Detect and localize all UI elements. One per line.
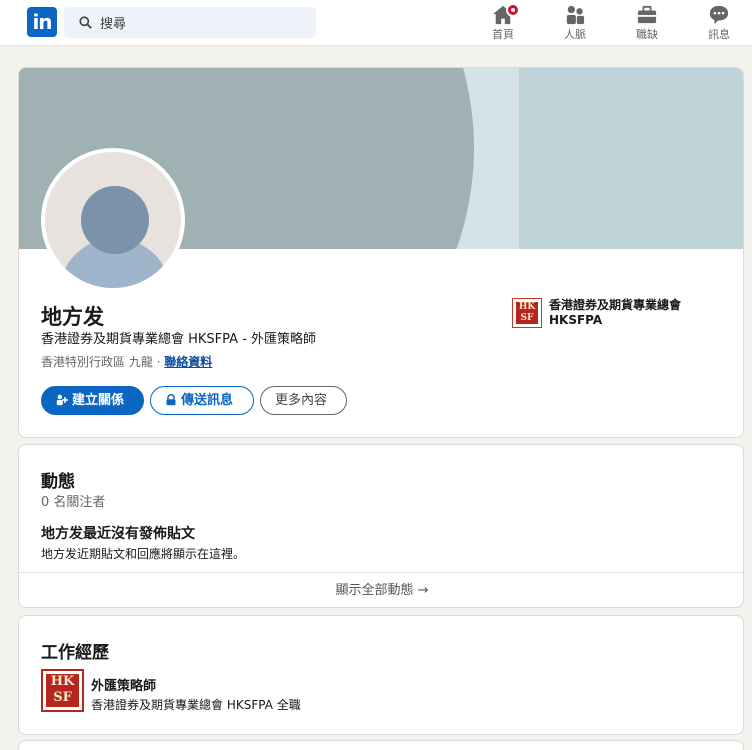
top-nav: in 搜尋 首頁 人脈 職缺 訊息 xyxy=(0,0,752,46)
message-icon xyxy=(709,5,729,25)
nav-label-home: 首頁 xyxy=(492,28,514,41)
people-icon xyxy=(566,5,585,25)
contact-info-link[interactable]: 聯絡資料 xyxy=(164,355,212,369)
message-label: 傳送訊息 xyxy=(181,393,234,408)
nav-label-jobs: 職缺 xyxy=(636,28,658,41)
nav-label-network: 人脈 xyxy=(564,28,586,41)
profile-card: 地方发 香港證券及期貨專業總會 HKSFPA - 外匯策略師 香港特別行政區 九… xyxy=(18,67,744,438)
briefcase-icon xyxy=(637,5,657,24)
company-logo: HK SF xyxy=(512,298,542,328)
experience-company: 香港證券及期貨專業總會 HKSFPA 全職 xyxy=(91,698,301,712)
experience-title: 工作經歷 xyxy=(41,643,109,663)
empty-posts-subtitle: 地方发近期貼文和回應將顯示在這裡。 xyxy=(41,547,246,561)
empty-posts-title: 地方发最近沒有發佈貼文 xyxy=(41,526,195,542)
connect-label: 建立關係 xyxy=(72,393,125,408)
connect-button[interactable]: 建立關係 xyxy=(41,386,144,415)
experience-card: 工作經歷 HK SF 外匯策略師 香港證券及期貨專業總會 HKSFPA 全職 xyxy=(18,615,744,735)
nav-item-network[interactable]: 人脈 xyxy=(550,5,600,42)
location-text: 香港特別行政區 九龍 · xyxy=(41,355,165,369)
current-company[interactable]: HK SF 香港證券及期貨專業總會 HKSFPA xyxy=(512,298,722,328)
nav-item-messaging[interactable]: 訊息 xyxy=(694,5,744,42)
linkedin-logo[interactable]: in xyxy=(27,7,57,37)
profile-headline: 香港證券及期貨專業總會 HKSFPA - 外匯策略師 xyxy=(41,332,317,347)
message-button[interactable]: 傳送訊息 xyxy=(150,386,254,415)
experience-role: 外匯策略師 xyxy=(91,679,157,694)
search-placeholder: 搜尋 xyxy=(100,17,127,32)
notification-badge xyxy=(506,3,520,17)
experience-company-logo[interactable]: HK SF xyxy=(41,669,84,712)
next-section-card xyxy=(18,740,744,750)
search-input[interactable]: 搜尋 xyxy=(64,7,316,38)
profile-name: 地方发 xyxy=(41,305,104,329)
company-name: 香港證券及期貨專業總會 HKSFPA xyxy=(549,298,682,327)
activity-title: 動態 xyxy=(41,472,75,492)
nav-item-home[interactable]: 首頁 xyxy=(478,3,528,42)
nav-item-jobs[interactable]: 職缺 xyxy=(622,5,672,42)
show-all-activity-button[interactable]: 顯示全部動態 → xyxy=(19,573,743,607)
follower-count[interactable]: 0 名關注者 xyxy=(41,491,105,510)
search-icon xyxy=(79,16,92,29)
avatar[interactable] xyxy=(41,148,185,292)
profile-location: 香港特別行政區 九龍 · 聯絡資料 xyxy=(41,353,212,370)
activity-card: 動態 0 名關注者 地方发最近沒有發佈貼文 地方发近期貼文和回應將顯示在這裡。 … xyxy=(18,444,744,608)
add-connection-icon xyxy=(56,394,68,406)
nav-label-messaging: 訊息 xyxy=(708,28,730,41)
lock-icon xyxy=(166,394,176,406)
more-button[interactable]: 更多內容 xyxy=(260,386,347,415)
